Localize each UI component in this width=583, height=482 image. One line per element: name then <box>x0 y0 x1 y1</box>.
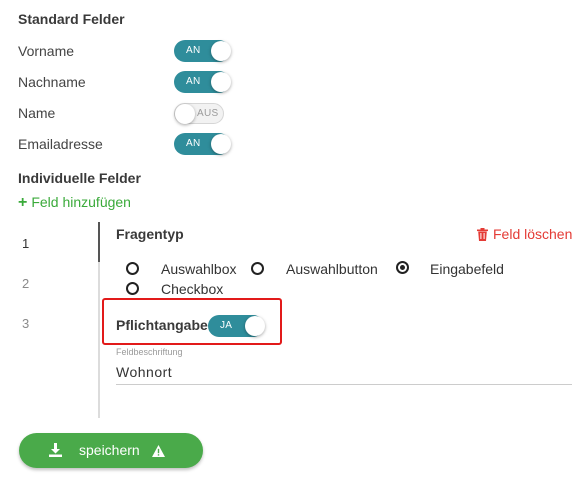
field-caption-input[interactable]: Wohnort <box>116 364 172 380</box>
field-caption-underline <box>116 384 572 385</box>
required-label: Pflichtangabe <box>116 317 208 333</box>
field-label-vorname: Vorname <box>18 43 75 59</box>
field-label-name: Name <box>18 105 56 121</box>
toggle-nachname-text: AN <box>186 76 201 87</box>
field-caption-label: Feldbeschriftung <box>116 347 183 357</box>
plus-icon: + <box>18 194 28 211</box>
toggle-knob <box>175 104 195 124</box>
toggle-emailadresse[interactable]: AN <box>174 133 231 155</box>
delete-field-label: Feld löschen <box>493 226 573 242</box>
add-field-link[interactable]: + Feld hinzufügen <box>18 194 131 212</box>
question-type-title: Fragentyp <box>116 226 184 242</box>
toggle-knob <box>211 72 231 92</box>
save-button-label: speichern <box>79 442 140 458</box>
toggle-name[interactable]: AUS <box>174 103 224 124</box>
individual-fields-heading: Individuelle Felder <box>18 170 141 186</box>
field-number-2[interactable]: 2 <box>22 276 29 291</box>
save-button[interactable]: speichern <box>19 433 203 468</box>
toggle-name-text: AUS <box>197 108 219 119</box>
radio-auswahlbox[interactable] <box>126 262 139 275</box>
download-icon <box>49 443 62 462</box>
field-label-emailadresse: Emailadresse <box>18 136 103 152</box>
step-divider-active <box>98 222 100 262</box>
radio-auswahlbutton[interactable] <box>251 262 264 275</box>
radio-label-eingabefeld: Eingabefeld <box>430 261 504 277</box>
warning-icon <box>152 444 165 462</box>
toggle-required[interactable]: JA <box>208 315 265 337</box>
radio-label-auswahlbox: Auswahlbox <box>161 261 237 277</box>
field-number-1[interactable]: 1 <box>22 236 29 251</box>
radio-eingabefeld[interactable] <box>396 261 409 274</box>
toggle-vorname-text: AN <box>186 45 201 56</box>
radio-checkbox[interactable] <box>126 282 139 295</box>
delete-field-link[interactable]: Feld löschen <box>477 226 572 244</box>
trash-icon <box>477 228 488 244</box>
add-field-label: Feld hinzufügen <box>31 194 131 210</box>
toggle-emailadresse-text: AN <box>186 138 201 149</box>
toggle-vorname[interactable]: AN <box>174 40 231 62</box>
toggle-knob <box>211 134 231 154</box>
toggle-knob <box>211 41 231 61</box>
field-number-3[interactable]: 3 <box>22 316 29 331</box>
toggle-nachname[interactable]: AN <box>174 71 231 93</box>
field-label-nachname: Nachname <box>18 74 86 90</box>
standard-fields-heading: Standard Felder <box>18 11 125 27</box>
radio-label-auswahlbutton: Auswahlbutton <box>286 261 378 277</box>
radio-label-checkbox: Checkbox <box>161 281 224 297</box>
toggle-required-text: JA <box>220 320 233 331</box>
toggle-knob <box>245 316 265 336</box>
